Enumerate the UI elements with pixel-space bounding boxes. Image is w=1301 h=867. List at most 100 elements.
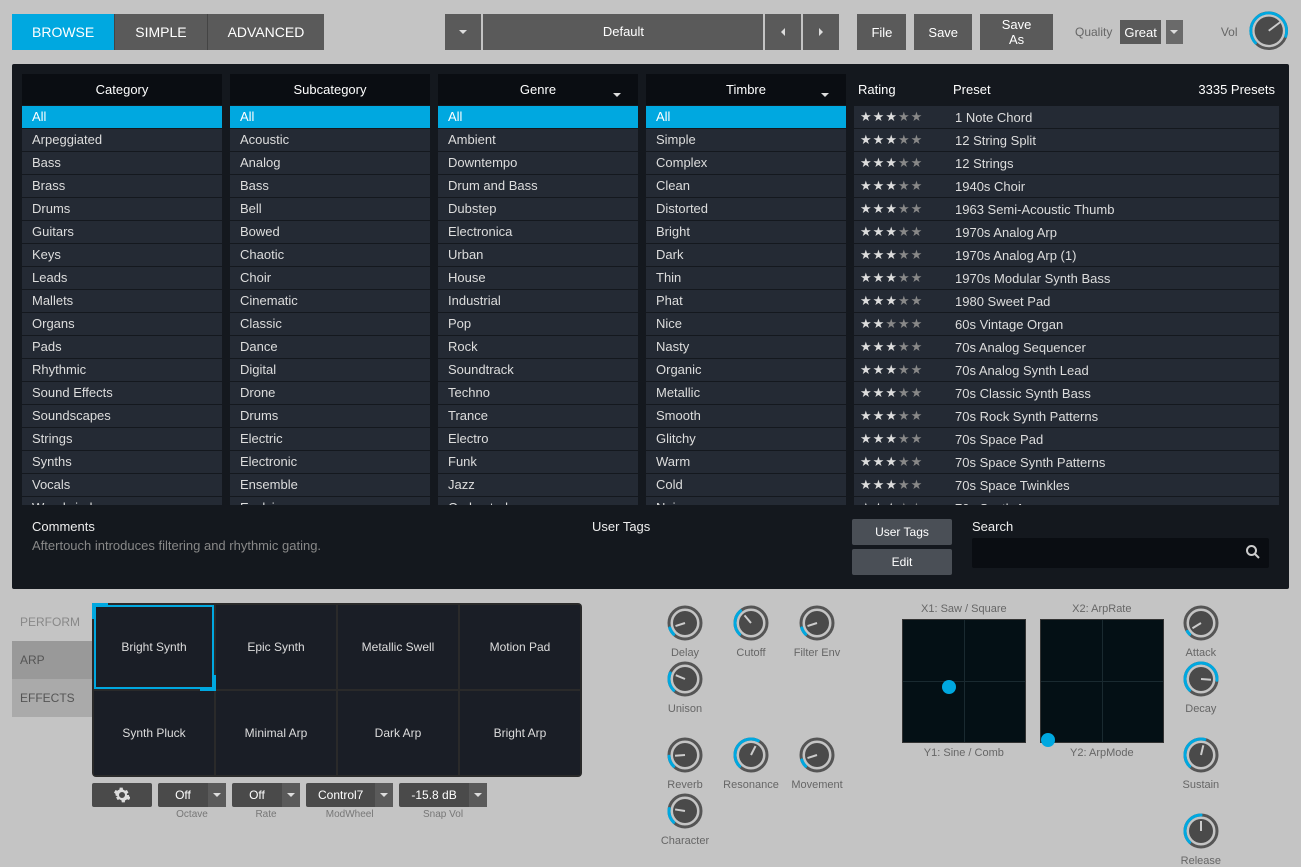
filter-item[interactable]: Brass [22,175,222,197]
rating-header[interactable]: Rating [858,82,953,97]
filter-item[interactable]: Bell [230,198,430,220]
filter-item[interactable]: Urban [438,244,638,266]
knob-dial[interactable] [797,735,837,775]
preset-row[interactable]: ★★★★★70s Analog Sequencer [854,336,1279,358]
preset-row[interactable]: ★★★★★60s Vintage Organ [854,313,1279,335]
filter-item[interactable]: Warm [646,451,846,473]
performance-pad[interactable]: Synth Pluck [94,691,214,775]
preset-row[interactable]: ★★★★★1940s Choir [854,175,1279,197]
preset-row[interactable]: ★★★★★70s Space Twinkles [854,474,1279,496]
preset-name-display[interactable]: Default [483,14,763,50]
knob-dial[interactable] [731,735,771,775]
column-header[interactable]: Genre [438,74,638,105]
knob-dial[interactable] [665,735,705,775]
filter-item[interactable]: Evolving [230,497,430,505]
filter-item[interactable]: Pop [438,313,638,335]
filter-item[interactable]: Complex [646,152,846,174]
rating-stars[interactable]: ★★★★★ [860,270,955,286]
filter-item[interactable]: Industrial [438,290,638,312]
filter-item[interactable]: Leads [22,267,222,289]
preset-row[interactable]: ★★★★★1970s Modular Synth Bass [854,267,1279,289]
filter-item[interactable]: Ambient [438,129,638,151]
filter-item[interactable]: Techno [438,382,638,404]
filter-item[interactable]: All [230,106,430,128]
file-button[interactable]: File [857,14,906,50]
preset-row[interactable]: ★★★★★70s Classic Synth Bass [854,382,1279,404]
rating-stars[interactable]: ★★★★★ [860,201,955,217]
rating-stars[interactable]: ★★★★★ [860,109,955,125]
side-tab-arp[interactable]: ARP [12,641,92,679]
filter-item[interactable]: Drone [230,382,430,404]
knob-dial[interactable] [1181,659,1221,699]
filter-item[interactable]: Choir [230,267,430,289]
column-list[interactable]: AllSimpleComplexCleanDistortedBrightDark… [646,105,846,505]
preset-list[interactable]: ★★★★★1 Note Chord★★★★★12 String Split★★★… [854,105,1279,505]
search-input[interactable] [972,538,1269,568]
user-tags-button[interactable]: User Tags [852,519,952,545]
knob-dial[interactable] [1181,811,1221,851]
filter-item[interactable]: All [438,106,638,128]
filter-item[interactable]: Sound Effects [22,382,222,404]
preset-prev-button[interactable] [765,14,801,50]
column-list[interactable]: AllAmbientDowntempoDrum and BassDubstepE… [438,105,638,505]
side-tab-effects[interactable]: EFFECTS [12,679,92,717]
selector-box[interactable]: Off [232,783,300,807]
filter-item[interactable]: Phat [646,290,846,312]
rating-stars[interactable]: ★★★★★ [860,339,955,355]
filter-item[interactable]: Dubstep [438,198,638,220]
rating-stars[interactable]: ★★★★★ [860,454,955,470]
filter-item[interactable]: Classic [230,313,430,335]
selector-box[interactable]: Off [158,783,226,807]
main-tab-advanced[interactable]: ADVANCED [208,14,325,50]
filter-item[interactable]: Synths [22,451,222,473]
preset-row[interactable]: ★★★★★70s Space Pad [854,428,1279,450]
preset-row[interactable]: ★★★★★1980 Sweet Pad [854,290,1279,312]
quality-dropdown-arrow[interactable] [1166,20,1183,44]
preset-row[interactable]: ★★★★★1970s Analog Arp [854,221,1279,243]
rating-stars[interactable]: ★★★★★ [860,477,955,493]
filter-item[interactable]: Ensemble [230,474,430,496]
preset-row[interactable]: ★★★★★70s Space Synth Patterns [854,451,1279,473]
filter-item[interactable]: Nasty [646,336,846,358]
rating-stars[interactable]: ★★★★★ [860,500,955,505]
rating-stars[interactable]: ★★★★★ [860,247,955,263]
filter-item[interactable]: Bowed [230,221,430,243]
filter-item[interactable]: Analog [230,152,430,174]
gear-button[interactable] [92,783,152,807]
preset-row[interactable]: ★★★★★1 Note Chord [854,106,1279,128]
filter-item[interactable]: Simple [646,129,846,151]
filter-item[interactable]: Dark [646,244,846,266]
filter-item[interactable]: House [438,267,638,289]
rating-stars[interactable]: ★★★★★ [860,293,955,309]
filter-item[interactable]: Bass [22,152,222,174]
filter-item[interactable]: Clean [646,175,846,197]
rating-stars[interactable]: ★★★★★ [860,224,955,240]
filter-item[interactable]: Pads [22,336,222,358]
knob-dial[interactable] [665,791,705,831]
filter-item[interactable]: Organic [646,359,846,381]
preset-row[interactable]: ★★★★★12 Strings [854,152,1279,174]
filter-item[interactable]: Trance [438,405,638,427]
rating-stars[interactable]: ★★★★★ [860,362,955,378]
filter-item[interactable]: Soundscapes [22,405,222,427]
knob-dial[interactable] [665,659,705,699]
filter-item[interactable]: Bass [230,175,430,197]
knob-dial[interactable] [1181,603,1221,643]
performance-pad[interactable]: Epic Synth [216,605,336,689]
edit-button[interactable]: Edit [852,549,952,575]
main-tab-simple[interactable]: SIMPLE [115,14,207,50]
filter-item[interactable]: Arpeggiated [22,129,222,151]
preset-dropdown-button[interactable] [445,14,481,50]
filter-item[interactable]: Drums [230,405,430,427]
filter-item[interactable]: Soundtrack [438,359,638,381]
xy-surface[interactable] [902,619,1026,743]
filter-item[interactable]: Keys [22,244,222,266]
filter-item[interactable]: Jazz [438,474,638,496]
performance-pad[interactable]: Bright Synth [94,605,214,689]
quality-select[interactable]: Great [1120,20,1161,44]
filter-item[interactable]: Funk [438,451,638,473]
filter-item[interactable]: Noisy [646,497,846,505]
filter-item[interactable]: Electronic [230,451,430,473]
filter-item[interactable]: Downtempo [438,152,638,174]
filter-item[interactable]: Organs [22,313,222,335]
